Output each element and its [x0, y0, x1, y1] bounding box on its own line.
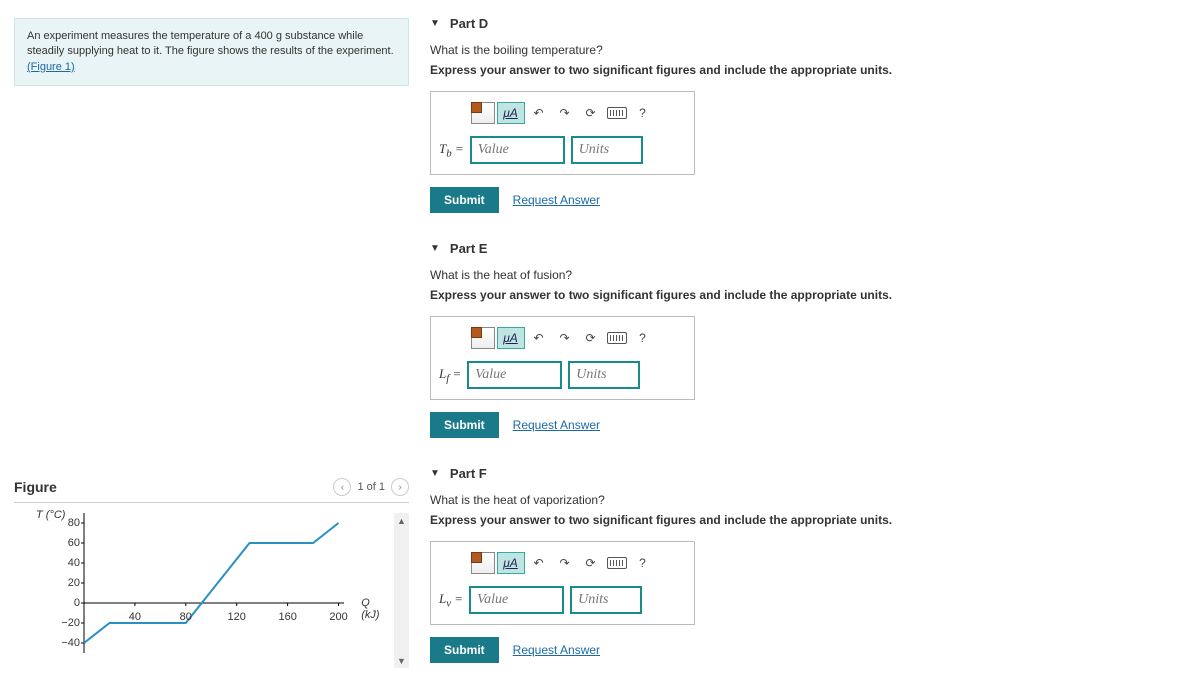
keyboard-button[interactable] [605, 551, 629, 575]
redo-button[interactable]: ↷ [553, 101, 577, 125]
chart-svg [84, 513, 364, 653]
answer-box: μA ↶ ↷ ⟳ ? Lf = [430, 316, 695, 400]
instructions-text: Express your answer to two significant f… [430, 63, 1190, 77]
redo-button[interactable]: ↷ [553, 551, 577, 575]
answer-toolbar: μA ↶ ↷ ⟳ ? [439, 100, 686, 126]
question-text: What is the boiling temperature? [430, 43, 1190, 57]
figure-pager: ‹ 1 of 1 › [333, 478, 409, 496]
reset-button[interactable]: ⟳ [579, 326, 603, 350]
template-button[interactable] [471, 551, 495, 575]
reset-button[interactable]: ⟳ [579, 101, 603, 125]
problem-statement: An experiment measures the temperature o… [14, 18, 409, 86]
answer-toolbar: μA ↶ ↷ ⟳ ? [439, 325, 686, 351]
part-f: ▼ Part F What is the heat of vaporizatio… [430, 466, 1190, 663]
variable-label: Lf = [439, 366, 461, 385]
help-button[interactable]: ? [631, 551, 655, 575]
undo-button[interactable]: ↶ [527, 101, 551, 125]
value-input[interactable] [470, 136, 565, 164]
scroll-up-icon[interactable]: ▲ [394, 513, 409, 528]
pager-prev-button[interactable]: ‹ [333, 478, 351, 496]
redo-button[interactable]: ↷ [553, 326, 577, 350]
keyboard-button[interactable] [605, 101, 629, 125]
chart: T (°C) 80 60 40 20 0 −20 −40 40 80 120 1… [84, 513, 364, 653]
reset-button[interactable]: ⟳ [579, 551, 603, 575]
part-e: ▼ Part E What is the heat of fusion? Exp… [430, 241, 1190, 438]
submit-button[interactable]: Submit [430, 187, 499, 213]
request-answer-link[interactable]: Request Answer [513, 643, 600, 657]
value-input[interactable] [467, 361, 562, 389]
disclosure-icon[interactable]: ▼ [430, 18, 440, 29]
value-input[interactable] [469, 586, 564, 614]
part-title: Part E [450, 241, 488, 256]
submit-button[interactable]: Submit [430, 637, 499, 663]
answer-toolbar: μA ↶ ↷ ⟳ ? [439, 550, 686, 576]
disclosure-icon[interactable]: ▼ [430, 243, 440, 254]
figure-title: Figure [14, 479, 57, 495]
variable-label: Lv = [439, 591, 463, 610]
x-axis-label: Q (kJ) [361, 597, 379, 621]
keyboard-button[interactable] [605, 326, 629, 350]
units-button[interactable]: μA [497, 552, 525, 574]
scroll-down-icon[interactable]: ▼ [394, 653, 409, 668]
figure-link[interactable]: (Figure 1) [27, 61, 75, 73]
instructions-text: Express your answer to two significant f… [430, 288, 1190, 302]
question-text: What is the heat of fusion? [430, 268, 1190, 282]
part-title: Part D [450, 16, 488, 31]
question-text: What is the heat of vaporization? [430, 493, 1190, 507]
request-answer-link[interactable]: Request Answer [513, 418, 600, 432]
disclosure-icon[interactable]: ▼ [430, 468, 440, 479]
help-button[interactable]: ? [631, 101, 655, 125]
figure-panel: Figure ‹ 1 of 1 › ▲ ▼ T (°C) 80 60 40 20… [14, 478, 409, 668]
help-button[interactable]: ? [631, 326, 655, 350]
template-button[interactable] [471, 101, 495, 125]
chart-series-line [84, 523, 339, 643]
template-button[interactable] [471, 326, 495, 350]
pager-next-button[interactable]: › [391, 478, 409, 496]
part-title: Part F [450, 466, 487, 481]
units-input[interactable] [570, 586, 642, 614]
pager-text: 1 of 1 [357, 481, 385, 493]
units-input[interactable] [568, 361, 640, 389]
variable-label: Tb = [439, 141, 464, 160]
units-button[interactable]: μA [497, 102, 525, 124]
undo-button[interactable]: ↶ [527, 326, 551, 350]
figure-scrollbar[interactable]: ▲ ▼ [394, 513, 409, 668]
answer-box: μA ↶ ↷ ⟳ ? Lv = [430, 541, 695, 625]
units-button[interactable]: μA [497, 327, 525, 349]
undo-button[interactable]: ↶ [527, 551, 551, 575]
request-answer-link[interactable]: Request Answer [513, 193, 600, 207]
part-d: ▼ Part D What is the boiling temperature… [430, 16, 1190, 213]
submit-button[interactable]: Submit [430, 412, 499, 438]
instructions-text: Express your answer to two significant f… [430, 513, 1190, 527]
problem-text: An experiment measures the temperature o… [27, 30, 394, 57]
answer-box: μA ↶ ↷ ⟳ ? Tb = [430, 91, 695, 175]
units-input[interactable] [571, 136, 643, 164]
